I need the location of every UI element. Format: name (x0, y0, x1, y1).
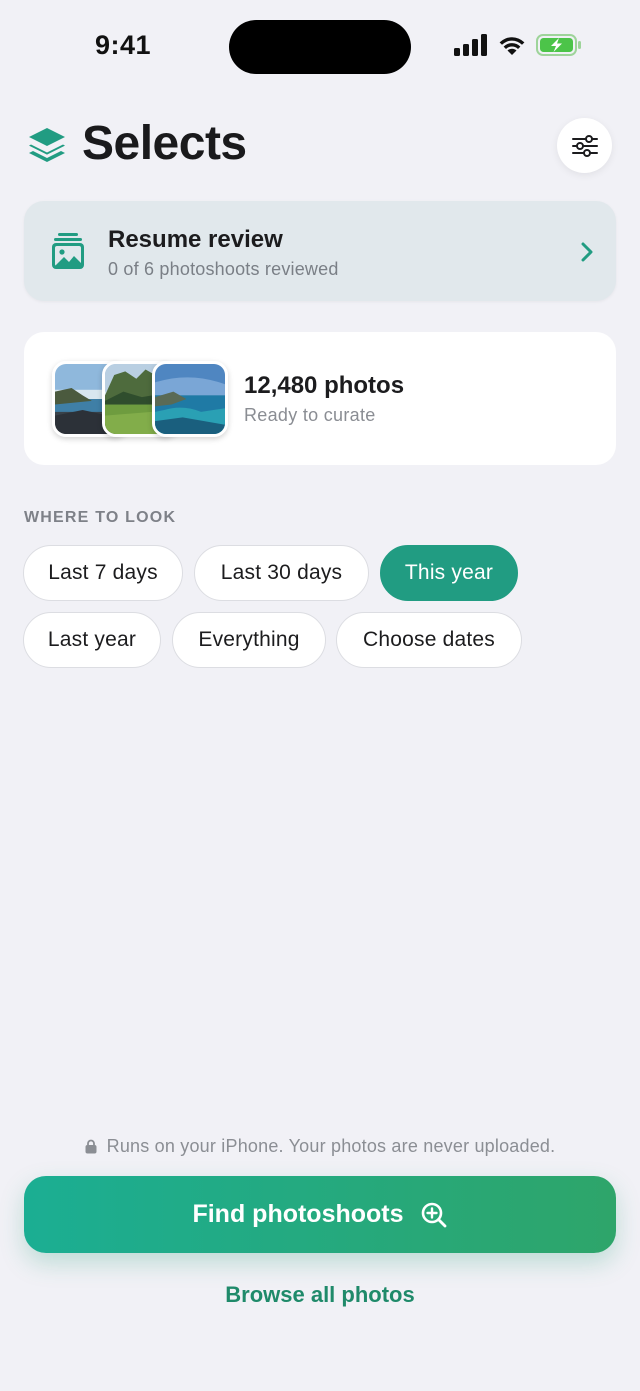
filter-settings-button[interactable] (557, 118, 612, 173)
status-time: 9:41 (95, 30, 152, 60)
chip-this-year[interactable]: This year (380, 545, 518, 601)
chip-last-7-days[interactable]: Last 7 days (23, 545, 183, 601)
wifi-icon (499, 37, 525, 55)
photo-count-subtitle: Ready to curate (244, 405, 376, 425)
lock-icon (85, 1139, 97, 1154)
photo-stack-icon (52, 233, 84, 269)
chip-last-year[interactable]: Last year (23, 612, 161, 668)
privacy-note: Runs on your iPhone. Your photos are nev… (0, 1136, 640, 1157)
sliders-icon (571, 134, 598, 157)
find-photoshoots-label: Find photoshoots (192, 1200, 404, 1228)
layers-icon (29, 128, 65, 162)
resume-subtitle: 0 of 6 photoshoots reviewed (108, 259, 339, 279)
library-summary-card[interactable]: 12,480 photos Ready to curate (24, 332, 616, 465)
dynamic-island (229, 20, 411, 74)
search-plus-icon (421, 1202, 446, 1227)
chip-choose-dates[interactable]: Choose dates (336, 612, 522, 668)
status-icons (454, 34, 582, 56)
privacy-note-text: Runs on your iPhone. Your photos are nev… (106, 1136, 556, 1156)
screen: 9:41 Selects Resume review 0 of 6 photos… (0, 0, 640, 1391)
battery-charging-icon (536, 34, 581, 56)
cellular-signal-icon (454, 34, 487, 56)
section-label-where-to-look: WHERE TO LOOK (24, 509, 177, 526)
chevron-right-icon (581, 242, 593, 262)
find-photoshoots-button[interactable]: Find photoshoots (24, 1176, 616, 1253)
resume-title: Resume review (108, 226, 283, 253)
chip-last-30-days[interactable]: Last 30 days (194, 545, 369, 601)
browse-all-photos-link[interactable]: Browse all photos (0, 1282, 640, 1308)
resume-review-card[interactable]: Resume review 0 of 6 photoshoots reviewe… (24, 201, 616, 301)
photo-count: 12,480 photos (244, 372, 405, 399)
photo-thumbnail (152, 361, 228, 437)
chip-everything[interactable]: Everything (172, 612, 326, 668)
page-title: Selects (82, 117, 247, 170)
